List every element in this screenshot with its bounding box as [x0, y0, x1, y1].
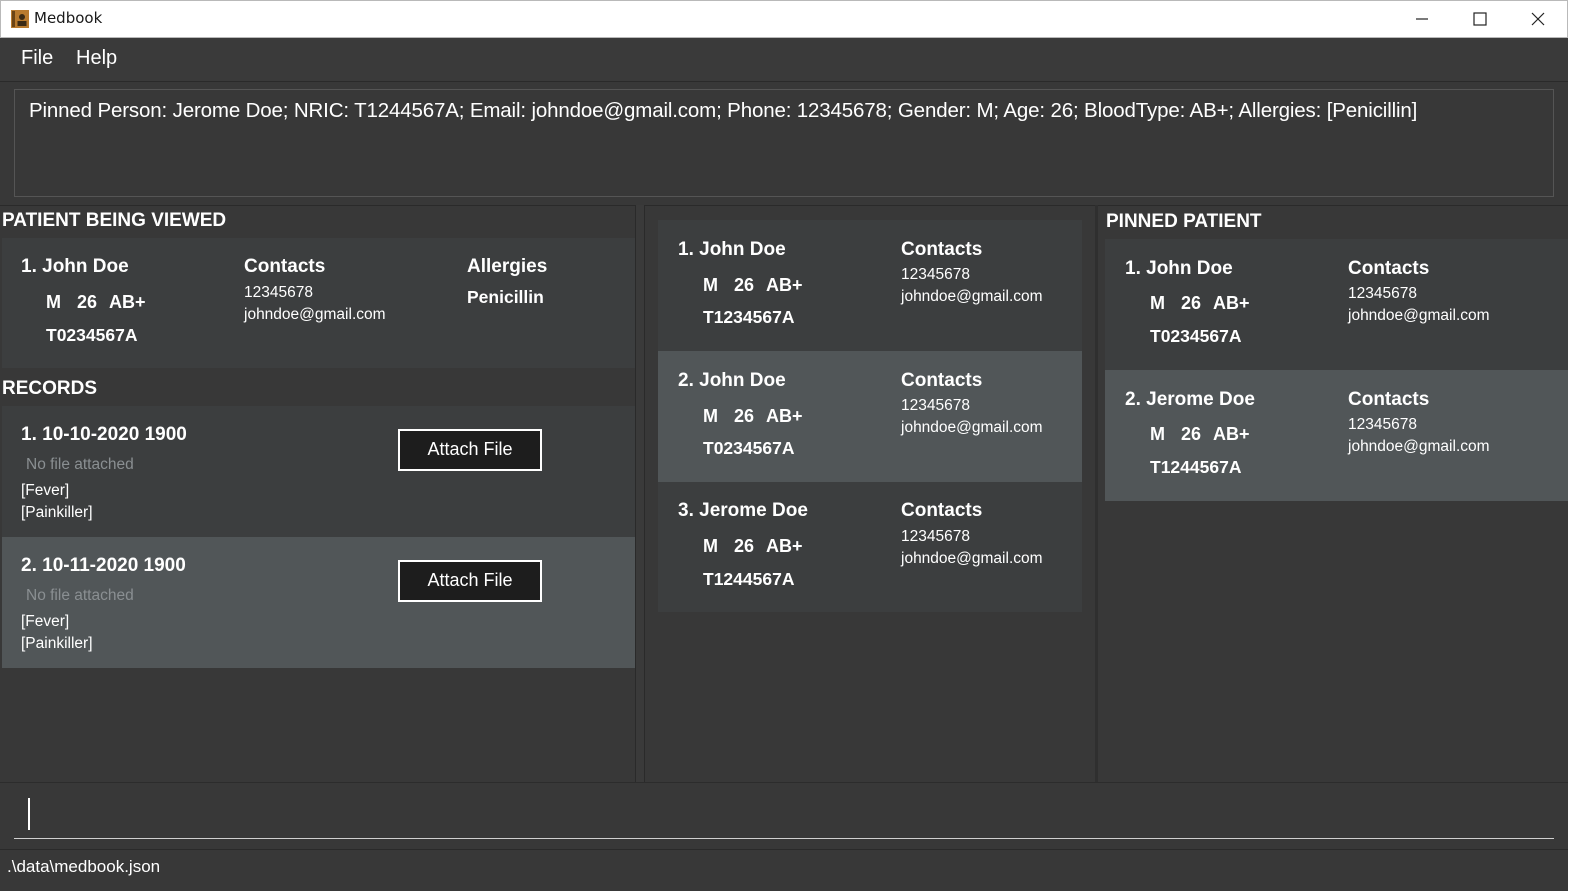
- status-bar: [0, 849, 1568, 891]
- records-header: RECORDS: [2, 378, 98, 399]
- patient-blood-type: AB+: [766, 275, 803, 295]
- close-icon: [1531, 12, 1545, 26]
- pinned-age: 26: [1181, 293, 1202, 313]
- command-input-underline: [14, 838, 1554, 839]
- pinned-contacts-label: Contacts: [1348, 389, 1430, 410]
- patient-phone: 12345678: [901, 266, 970, 283]
- record-title: 1. 10-10-2020 1900: [21, 424, 187, 445]
- patient-blood-type: AB+: [766, 536, 803, 556]
- viewed-phone: 12345678: [244, 284, 313, 301]
- patient-name: 2. John Doe: [678, 370, 786, 391]
- patient-viewed-header: PATIENT BEING VIEWED: [2, 210, 227, 231]
- maximize-button[interactable]: [1451, 0, 1509, 37]
- patient-age: 26: [734, 406, 755, 426]
- patient-contacts-label: Contacts: [901, 239, 983, 260]
- pinned-phone: 12345678: [1348, 285, 1417, 302]
- patient-gender: M: [703, 536, 718, 556]
- pinned-age: 26: [1181, 424, 1202, 444]
- window-title: Medbook: [34, 9, 103, 27]
- pinned-blood-type: AB+: [1213, 293, 1250, 313]
- command-input[interactable]: [32, 800, 1532, 830]
- window-title-bar: [0, 0, 1568, 38]
- patient-phone: 12345678: [901, 397, 970, 414]
- medbook-app-icon: [11, 10, 29, 28]
- save-location: .\data\medbook.json: [7, 857, 161, 876]
- patient-email: johndoe@gmail.com: [901, 419, 1043, 436]
- record-tag: [Painkiller]: [21, 504, 93, 521]
- patient-blood-type: AB+: [766, 406, 803, 426]
- viewed-contacts-label: Contacts: [244, 256, 326, 277]
- pinned-contacts-label: Contacts: [1348, 258, 1430, 279]
- viewed-nric: T0234567A: [46, 325, 138, 345]
- command-input-caret: [28, 798, 30, 830]
- maximize-icon: [1473, 12, 1487, 26]
- record-tag: [Painkiller]: [21, 635, 93, 652]
- patient-name: 1. John Doe: [678, 239, 786, 260]
- patient-phone: 12345678: [901, 528, 970, 545]
- patient-email: johndoe@gmail.com: [901, 288, 1043, 305]
- patient-contacts-label: Contacts: [901, 500, 983, 521]
- record-title: 2. 10-11-2020 1900: [21, 555, 186, 576]
- viewed-gender: M: [46, 292, 61, 312]
- pinned-person-summary: Pinned Person: Jerome Doe; NRIC: T124456…: [29, 99, 1418, 122]
- attach-file-button[interactable]: Attach File: [398, 429, 542, 471]
- viewed-blood-type: AB+: [109, 292, 146, 312]
- pinned-email: johndoe@gmail.com: [1348, 307, 1490, 324]
- window-edge: [1568, 0, 1583, 891]
- pinned-email: johndoe@gmail.com: [1348, 438, 1490, 455]
- patient-nric: T1244567A: [703, 569, 795, 589]
- pinned-blood-type: AB+: [1213, 424, 1250, 444]
- viewed-patient-name: 1. John Doe: [21, 256, 129, 277]
- patient-gender: M: [703, 275, 718, 295]
- pinned-gender: M: [1150, 424, 1165, 444]
- pinned-name: 2. Jerome Doe: [1125, 389, 1255, 410]
- close-button[interactable]: [1509, 0, 1567, 37]
- patient-age: 26: [734, 275, 755, 295]
- viewed-allergy: Penicillin: [467, 287, 544, 307]
- menu-bar: [0, 38, 1568, 82]
- patient-nric: T1234567A: [703, 307, 795, 327]
- patient-name: 3. Jerome Doe: [678, 500, 808, 521]
- menu-file[interactable]: File: [21, 47, 53, 70]
- pinned-nric: T1244567A: [1150, 457, 1242, 477]
- viewed-allergies-label: Allergies: [467, 256, 548, 277]
- pinned-phone: 12345678: [1348, 416, 1417, 433]
- pinned-gender: M: [1150, 293, 1165, 313]
- patient-email: johndoe@gmail.com: [901, 550, 1043, 567]
- patient-gender: M: [703, 406, 718, 426]
- minimize-button[interactable]: [1393, 0, 1451, 37]
- patient-age: 26: [734, 536, 755, 556]
- patient-nric: T0234567A: [703, 438, 795, 458]
- pinned-patient-header: PINNED PATIENT: [1106, 211, 1262, 232]
- record-tag: [Fever]: [21, 613, 70, 630]
- split-divider[interactable]: [635, 205, 645, 782]
- minimize-icon: [1416, 18, 1428, 20]
- pinned-nric: T0234567A: [1150, 326, 1242, 346]
- viewed-email: johndoe@gmail.com: [244, 306, 386, 323]
- patient-contacts-label: Contacts: [901, 370, 983, 391]
- viewed-age: 26: [77, 292, 98, 312]
- record-tag: [Fever]: [21, 482, 70, 499]
- attach-file-button[interactable]: Attach File: [398, 560, 542, 602]
- pinned-name: 1. John Doe: [1125, 258, 1233, 279]
- record-file-status: No file attached: [26, 456, 134, 473]
- menu-help[interactable]: Help: [76, 47, 117, 70]
- record-file-status: No file attached: [26, 587, 134, 604]
